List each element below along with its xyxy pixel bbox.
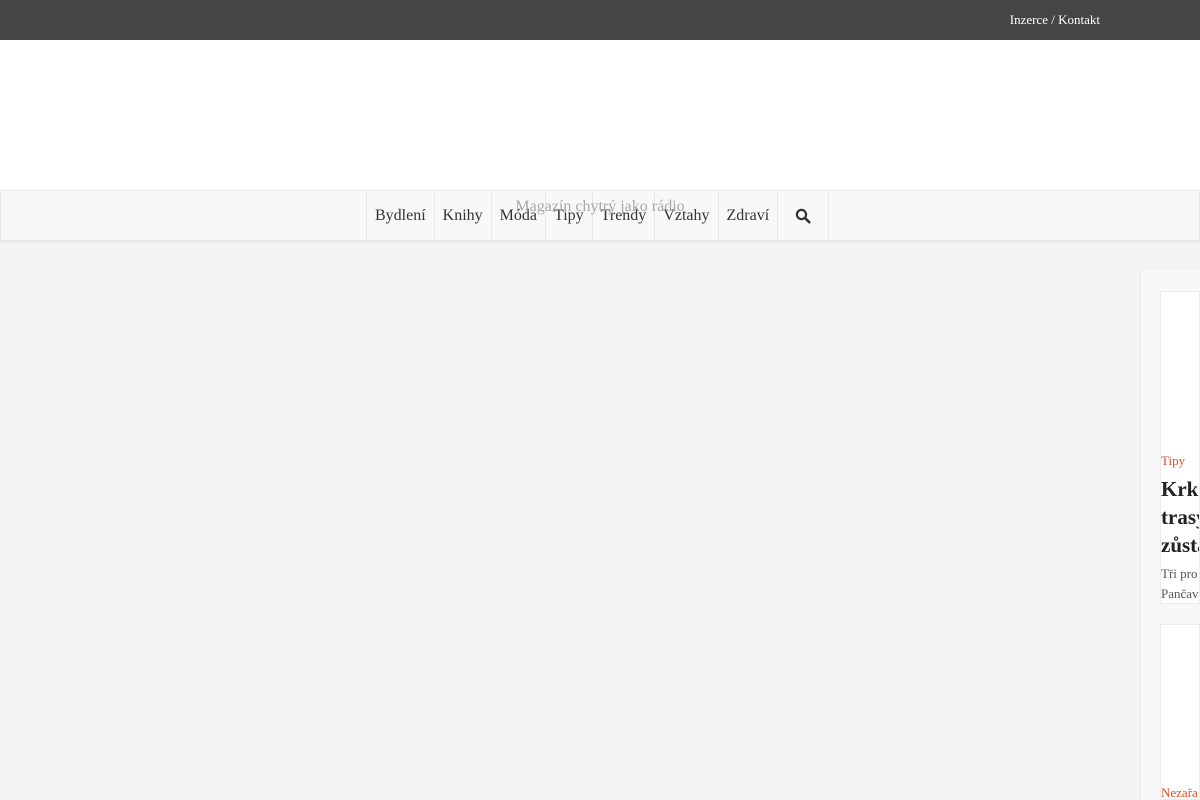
link-separator: / (1047, 12, 1059, 27)
article-excerpt-line: Tři pro (1161, 566, 1198, 581)
nav-item-vztahy[interactable]: Vztahy (654, 191, 717, 240)
nav-item-moda[interactable]: Móda (490, 191, 545, 240)
nav-item-knihy[interactable]: Knihy (433, 191, 491, 240)
article-category[interactable]: Tipy (1161, 453, 1185, 469)
nav-search-button[interactable] (777, 191, 830, 240)
nav-item-zdravi[interactable]: Zdraví (717, 191, 778, 240)
nav-item-tipy[interactable]: Tipy (545, 191, 592, 240)
article-excerpt-line: Pančav (1161, 586, 1199, 601)
top-bar: Inzerce / Kontakt (0, 0, 1200, 40)
article-title-line[interactable]: zůsta (1161, 531, 1199, 559)
sidebar-article-card[interactable]: Nezařa (1160, 624, 1200, 800)
article-title-line[interactable]: trasy (1161, 503, 1199, 531)
nav-item-bydleni[interactable]: Bydlení (366, 191, 434, 240)
article-category[interactable]: Nezařa (1161, 785, 1198, 799)
search-icon (795, 208, 811, 223)
link-inzerce[interactable]: Inzerce (1010, 12, 1048, 27)
top-links: Inzerce / Kontakt (1010, 12, 1100, 28)
main-navigation: Bydlení Knihy Móda Tipy Trendy Vztahy Zd… (0, 190, 1200, 241)
link-kontakt[interactable]: Kontakt (1058, 12, 1100, 27)
article-thumbnail[interactable] (1161, 292, 1199, 452)
nav-list: Bydlení Knihy Móda Tipy Trendy Vztahy Zd… (366, 191, 830, 240)
nav-item-trendy[interactable]: Trendy (591, 191, 655, 240)
sidebar-article-card[interactable]: Tipy Krk trasy zůsta Tři pro Pančav (1160, 291, 1200, 604)
header-banner (0, 40, 1200, 190)
article-title-line[interactable]: Krk (1161, 475, 1198, 503)
article-thumbnail[interactable] (1161, 625, 1199, 785)
